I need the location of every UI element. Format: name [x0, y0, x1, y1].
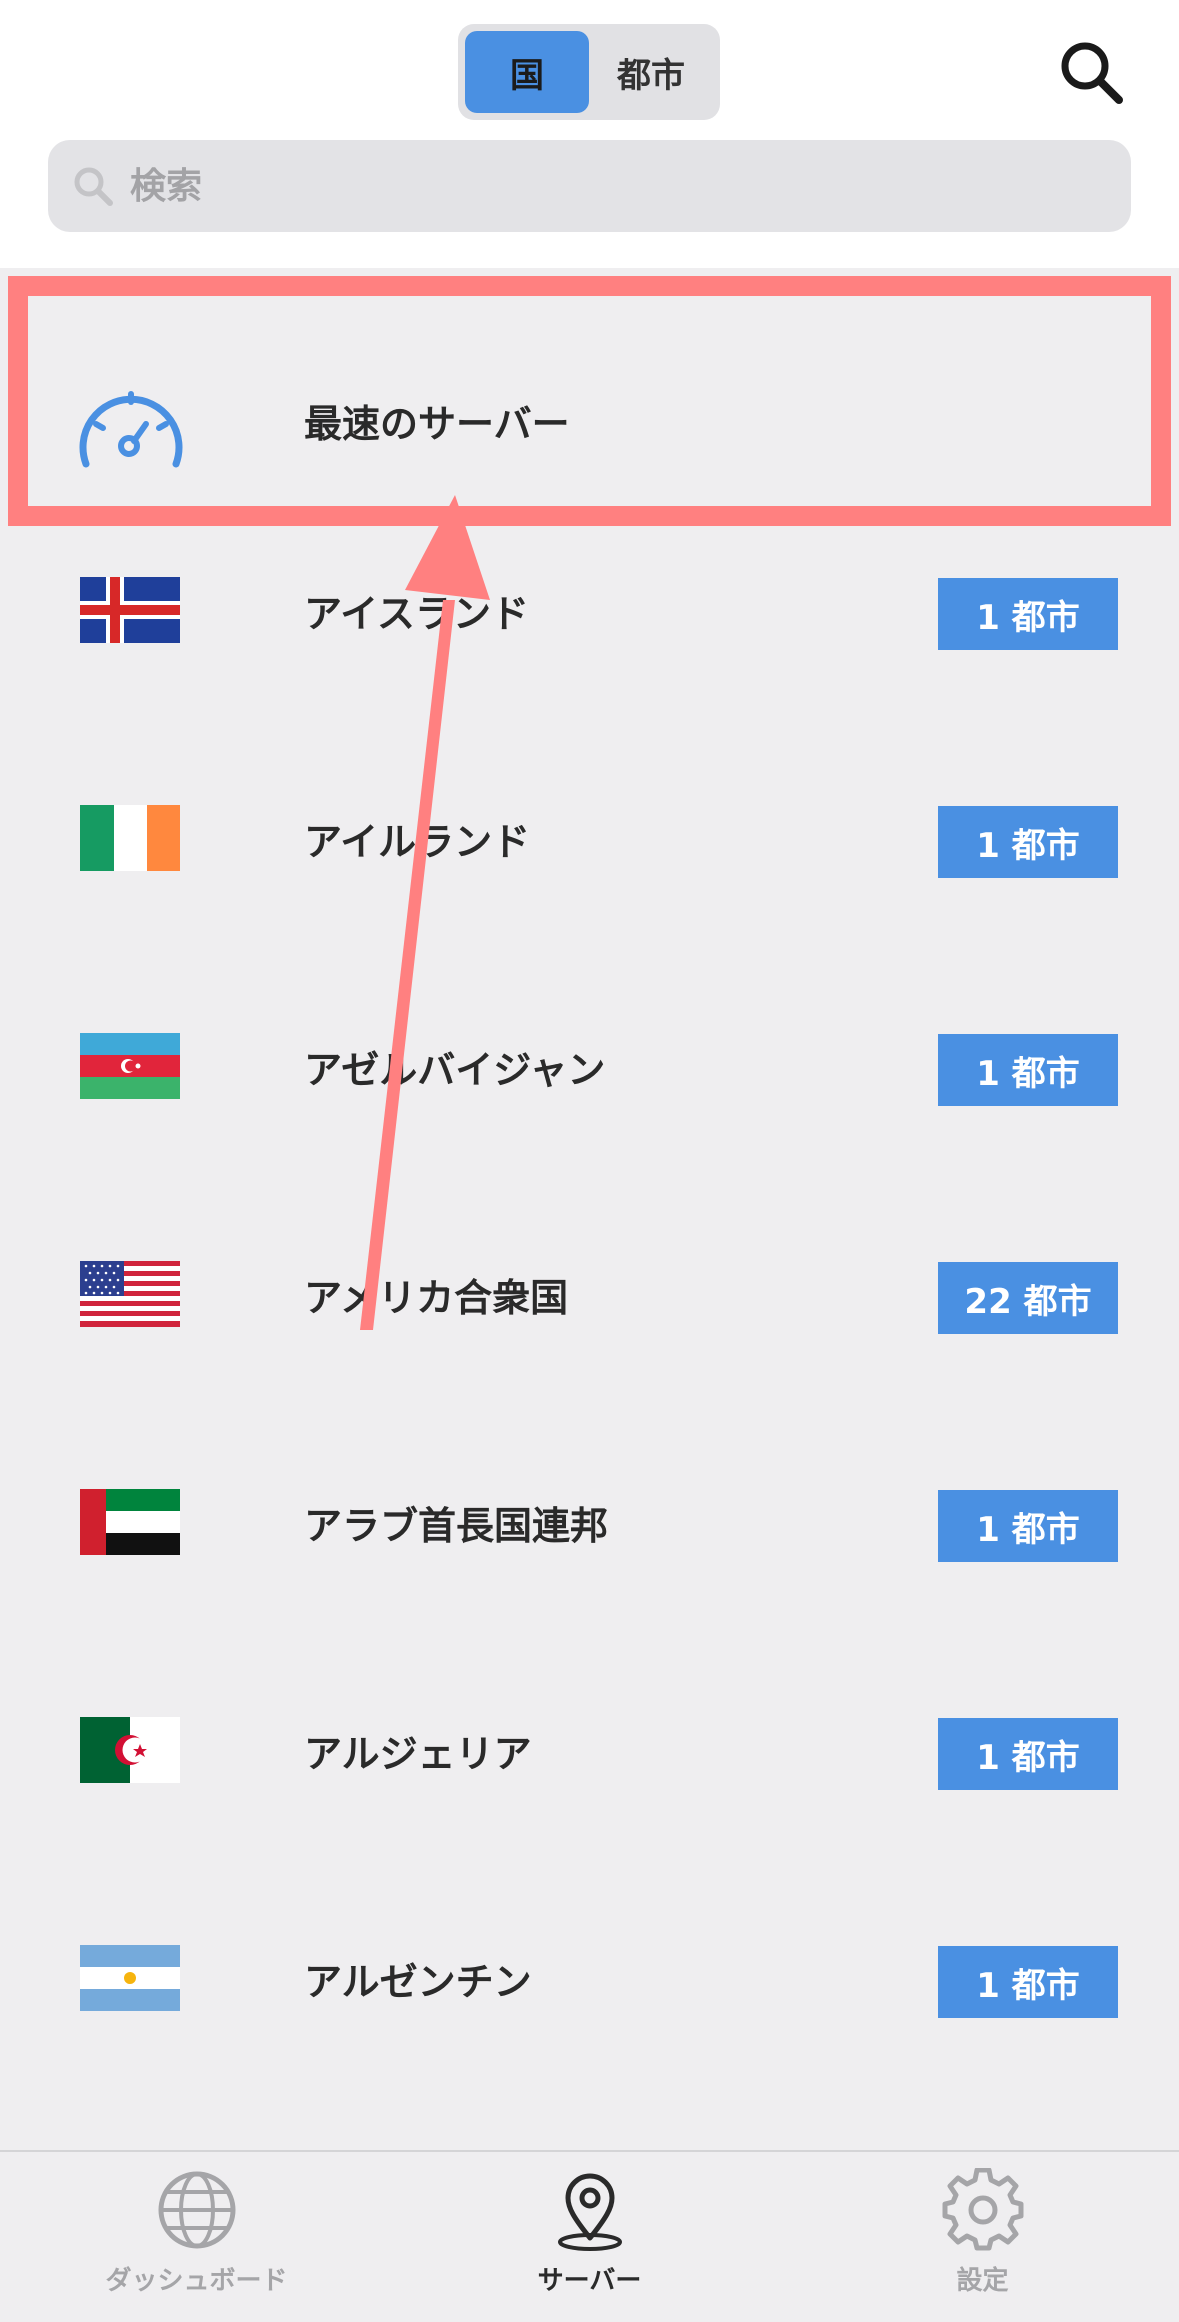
country-row[interactable]: アルゼンチン 1 都市: [0, 1864, 1179, 2092]
country-row[interactable]: アゼルバイジャン 1 都市: [0, 952, 1179, 1180]
tab-settings[interactable]: 設定: [786, 2152, 1179, 2322]
argentina-flag: [80, 1945, 180, 2011]
usa-flag: [80, 1261, 180, 1327]
country-city-toggle: 国 都市: [458, 24, 720, 120]
country-name: アゼルバイジャン: [304, 1047, 606, 1092]
header: 国 都市: [0, 0, 1179, 268]
search-bar[interactable]: [48, 140, 1131, 232]
city-count-badge: 1 都市: [938, 806, 1118, 878]
country-row[interactable]: アイスランド 1 都市: [0, 496, 1179, 724]
country-name: アイルランド: [304, 819, 531, 864]
tab-label: 設定: [956, 2266, 1009, 2296]
country-name: アラブ首長国連邦: [304, 1503, 609, 1548]
algeria-flag: [80, 1717, 180, 1783]
fastest-server-row[interactable]: 最速のサーバー: [0, 268, 1179, 496]
country-row[interactable]: アルジェリア 1 都市: [0, 1636, 1179, 1864]
country-name: アルゼンチン: [304, 1959, 532, 2004]
gear-icon: [942, 2168, 1023, 2251]
country-name: アルジェリア: [304, 1731, 532, 1776]
azerbaijan-flag: [80, 1033, 180, 1099]
segment-city[interactable]: 都市: [589, 31, 713, 113]
tab-dashboard[interactable]: ダッシュボード: [0, 2152, 393, 2322]
country-row[interactable]: アメリカ合衆国 22 都市: [0, 1180, 1179, 1408]
tab-servers[interactable]: サーバー: [393, 2152, 786, 2322]
speedometer-icon: [79, 391, 183, 468]
city-count-badge: 1 都市: [938, 1034, 1118, 1106]
segment-country[interactable]: 国: [465, 31, 589, 113]
search-input[interactable]: [130, 165, 1030, 207]
search-field-icon: [74, 167, 113, 206]
iceland-flag: [80, 577, 180, 643]
ireland-flag: [80, 805, 180, 871]
city-count-badge: 1 都市: [938, 1490, 1118, 1562]
search-icon[interactable]: [1055, 36, 1127, 108]
country-row[interactable]: アラブ首長国連邦 1 都市: [0, 1408, 1179, 1636]
country-name: アメリカ合衆国: [304, 1275, 569, 1320]
location-pin-icon: [557, 2173, 622, 2251]
tab-label: ダッシュボード: [105, 2266, 288, 2296]
tab-label: サーバー: [537, 2266, 642, 2296]
tab-bar: ダッシュボード サーバー 設定: [0, 2150, 1179, 2322]
city-count-badge: 1 都市: [938, 1946, 1118, 2018]
city-count-badge: 22 都市: [938, 1262, 1118, 1334]
uae-flag: [80, 1489, 180, 1555]
country-row[interactable]: アイルランド 1 都市: [0, 724, 1179, 952]
country-name: アイスランド: [304, 591, 529, 636]
globe-icon: [158, 2171, 235, 2249]
city-count-badge: 1 都市: [938, 578, 1118, 650]
city-count-badge: 1 都市: [938, 1718, 1118, 1790]
